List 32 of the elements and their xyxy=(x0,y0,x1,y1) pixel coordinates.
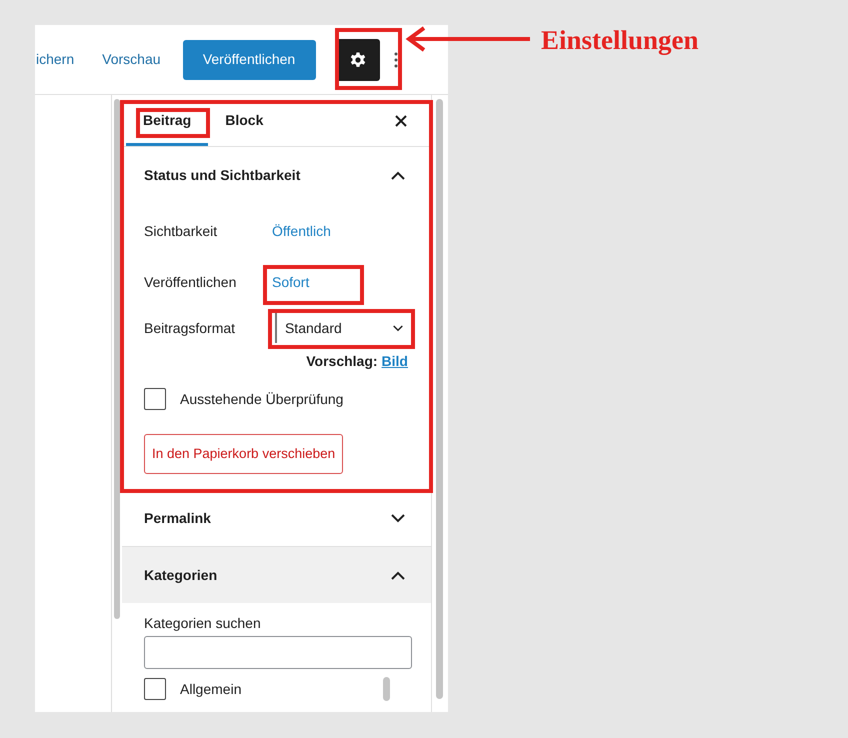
publish-button[interactable]: Veröffentlichen xyxy=(182,40,316,80)
chevron-down-icon[interactable] xyxy=(391,514,405,522)
more-options-icon[interactable] xyxy=(394,52,398,68)
field-label: Beitragsformat xyxy=(144,318,236,338)
format-select[interactable]: Standard xyxy=(274,313,409,343)
search-field[interactable] xyxy=(144,636,412,669)
checkbox-label: Ausstehende Überprüfung xyxy=(180,390,344,409)
preview-link[interactable]: Vorschau xyxy=(102,49,161,70)
caret-icon[interactable] xyxy=(393,324,403,332)
scrollbar-thumb[interactable] xyxy=(114,99,120,619)
save-link[interactable]: ichern xyxy=(36,49,74,70)
category-label: Allgemein xyxy=(180,680,242,699)
value-link[interactable]: Öffentlich xyxy=(272,220,331,242)
scrollbar-thumb[interactable] xyxy=(383,677,390,701)
tab[interactable]: Block xyxy=(208,95,280,146)
callout-label: Einstellungen xyxy=(541,24,699,57)
settings-icon xyxy=(348,50,367,68)
checkbox[interactable] xyxy=(144,388,166,410)
suggestion-link[interactable]: Bild xyxy=(382,352,408,370)
value-link[interactable]: Sofort xyxy=(272,272,310,292)
checkbox[interactable] xyxy=(144,678,166,700)
suggestion-label: Vorschlag: xyxy=(306,352,378,370)
field-label: Sichtbarkeit xyxy=(144,222,218,240)
panel-header[interactable]: Kategorien xyxy=(122,547,431,603)
chevron-up-icon[interactable] xyxy=(391,570,405,580)
trash-button[interactable]: In den Papierkorb verschieben xyxy=(144,434,344,474)
field-label: Veröffentlichen xyxy=(144,272,238,292)
close-icon[interactable] xyxy=(395,114,407,126)
highlight-frame xyxy=(335,28,402,90)
scrollbar-thumb[interactable] xyxy=(436,99,442,699)
chevron-up-icon[interactable] xyxy=(391,170,405,180)
search-label: Kategorien suchen xyxy=(144,614,262,633)
